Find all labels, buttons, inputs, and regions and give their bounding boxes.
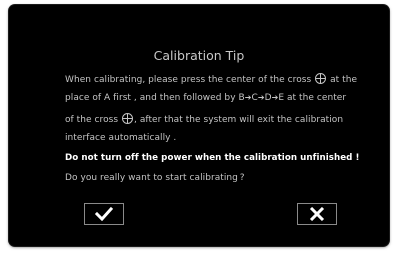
- crosshair-icon: [122, 113, 134, 124]
- confirm-button[interactable]: [84, 203, 124, 225]
- instruction-text: at the: [330, 75, 358, 85]
- instruction-text: of the cross: [65, 115, 119, 125]
- instruction-text: place of A first , and then followed by …: [65, 93, 245, 103]
- crosshair-icon: [315, 73, 327, 84]
- dialog-title: Calibration Tip: [153, 48, 245, 63]
- instruction-line-4: interface automatically .: [65, 133, 177, 143]
- check-icon: [95, 207, 113, 221]
- instruction-line-3: of the cross , after that the system wil…: [65, 113, 343, 125]
- instruction-text: D: [264, 93, 272, 103]
- x-icon: [309, 207, 325, 221]
- arrow-right-icon: ➔: [257, 93, 265, 102]
- warning-text: Do not turn off the power when the calib…: [65, 153, 360, 163]
- instruction-line-2: place of A first , and then followed by …: [65, 93, 346, 103]
- instruction-text: , after that the system will exit the ca…: [134, 115, 344, 125]
- question-text: Do you really want to start calibrating …: [65, 173, 245, 183]
- cancel-button[interactable]: [297, 203, 337, 225]
- instruction-text: E at the center: [278, 93, 347, 103]
- instruction-text: When calibrating, please press the cente…: [65, 75, 312, 85]
- instruction-line-1: When calibrating, please press the cente…: [65, 73, 357, 85]
- calibration-dialog: Calibration Tip When calibrating, please…: [9, 5, 389, 246]
